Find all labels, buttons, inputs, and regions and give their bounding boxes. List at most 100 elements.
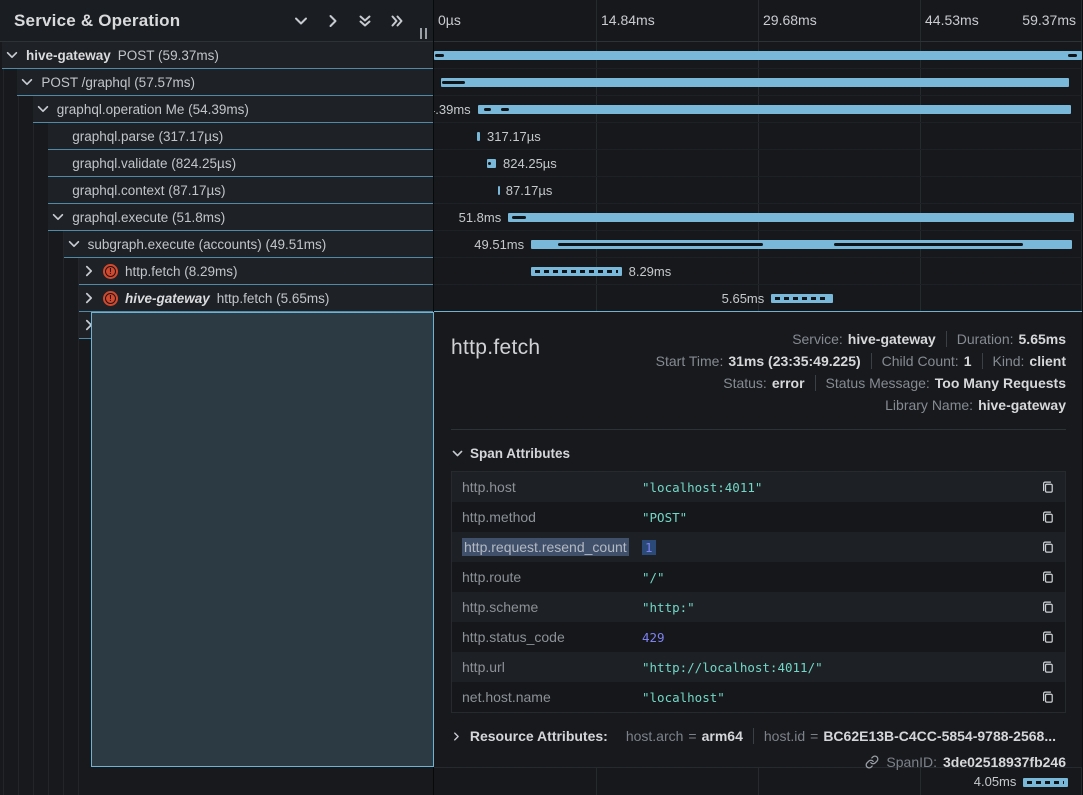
span-detail-meta: Service:hive-gatewayDuration:5.65msStart… xyxy=(540,326,1066,415)
timeline-row[interactable]: 5.65ms xyxy=(434,285,1082,312)
span-operation-name: POST /graphql (57.57ms) xyxy=(41,75,195,90)
resource-attributes-title: Resource Attributes: xyxy=(470,728,608,744)
chevron-down-icon[interactable] xyxy=(36,102,50,116)
attribute-key: http.route xyxy=(462,569,642,585)
chevron-down-icon xyxy=(451,447,464,460)
span-duration-label: 49.51ms xyxy=(474,231,524,258)
span-duration-bar[interactable] xyxy=(441,78,1069,87)
span-duration-bar[interactable] xyxy=(487,159,496,168)
chevron-down-icon[interactable] xyxy=(5,48,19,62)
copy-icon[interactable] xyxy=(1039,598,1057,616)
span-tree-row[interactable]: POST /graphql (57.57ms) xyxy=(0,69,433,96)
copy-icon[interactable] xyxy=(1039,508,1057,526)
chevron-down-icon[interactable] xyxy=(293,13,309,29)
span-duration-bar[interactable] xyxy=(478,105,1072,114)
attribute-key: http.method xyxy=(462,509,642,525)
link-icon[interactable] xyxy=(865,755,880,770)
time-tick-label: 44.53ms xyxy=(925,12,979,28)
attribute-key: http.host xyxy=(462,479,642,495)
span-detail-title: http.fetch xyxy=(451,326,540,415)
attribute-row: net.host.name"localhost" xyxy=(452,682,1065,712)
double-chevron-down-icon[interactable] xyxy=(357,13,373,29)
span-tree-row[interactable]: hive-gatewayPOST (59.37ms) xyxy=(0,42,433,69)
timeline-row[interactable]: 51.8ms xyxy=(434,204,1082,231)
span-meta-item: Start Time:31ms (23:35:49.225) xyxy=(646,353,871,369)
attribute-value: "http:" xyxy=(642,600,1039,615)
attribute-row: http.status_code429 xyxy=(452,622,1065,652)
copy-icon[interactable] xyxy=(1039,538,1057,556)
timeline-row[interactable]: 87.17µs xyxy=(434,177,1082,204)
span-id-label: SpanID: xyxy=(886,754,937,770)
timeline-row[interactable]: 49.51ms xyxy=(434,231,1082,258)
span-meta-item: Status:error xyxy=(713,375,814,391)
span-tree-row[interactable]: graphql.context (87.17µs) xyxy=(0,177,433,204)
span-duration-bar[interactable] xyxy=(498,186,500,195)
double-chevron-right-icon[interactable] xyxy=(389,13,405,29)
chevron-right-icon[interactable] xyxy=(325,13,341,29)
attribute-key: http.url xyxy=(462,659,642,675)
attribute-value: 1 xyxy=(642,540,1039,555)
span-tree-row[interactable]: graphql.validate (824.25µs) xyxy=(0,150,433,177)
attribute-value: "POST" xyxy=(642,510,1039,525)
divider xyxy=(451,429,1066,430)
attribute-row: http.url"http://localhost:4011/" xyxy=(452,652,1065,682)
span-duration-bar[interactable] xyxy=(477,132,480,141)
span-tree-row[interactable]: http.fetch (8.29ms) xyxy=(0,258,433,285)
span-tree-row[interactable]: graphql.parse (317.17µs) xyxy=(0,123,433,150)
span-tree-row[interactable]: hive-gatewayhttp.fetch (5.65ms) xyxy=(0,285,433,312)
span-detail-panel: http.fetch Service:hive-gatewayDuration:… xyxy=(434,312,1082,767)
span-operation-name: POST (59.37ms) xyxy=(118,48,219,63)
copy-icon[interactable] xyxy=(1039,628,1057,646)
copy-icon[interactable] xyxy=(1039,478,1057,496)
span-duration-bar[interactable] xyxy=(531,267,621,276)
span-duration-bar[interactable] xyxy=(434,51,1082,60)
span-tree-row[interactable]: graphql.operation Me (54.39ms) xyxy=(0,96,433,123)
copy-icon[interactable] xyxy=(1039,688,1057,706)
chevron-right-icon[interactable] xyxy=(82,264,96,278)
span-duration-label: 4.05ms xyxy=(974,768,1017,795)
span-meta-item: Child Count:1 xyxy=(871,353,982,369)
span-tree-row[interactable]: graphql.execute (51.8ms) xyxy=(0,204,433,231)
selected-span-expanded-area xyxy=(91,312,434,767)
chevron-down-icon[interactable] xyxy=(51,210,65,224)
timeline-row[interactable]: 317.17µs xyxy=(434,123,1082,150)
timeline-row[interactable]: 54.39ms xyxy=(434,96,1082,123)
copy-icon[interactable] xyxy=(1039,568,1057,586)
resource-attribute: host.arch=arm64 xyxy=(616,728,753,744)
attribute-value: "localhost" xyxy=(642,690,1039,705)
span-operation-name: graphql.context (87.17µs) xyxy=(72,183,225,198)
span-duration-label: 54.39ms xyxy=(434,96,471,123)
span-duration-bar[interactable] xyxy=(508,213,1073,222)
span-duration-bar[interactable] xyxy=(771,294,833,303)
tree-header-title: Service & Operation xyxy=(14,11,293,31)
error-icon xyxy=(103,264,118,279)
column-resize-handle[interactable] xyxy=(420,28,427,39)
span-operation-name: http.fetch (8.29ms) xyxy=(125,264,238,279)
chevron-down-icon[interactable] xyxy=(67,237,81,251)
timeline-row[interactable]: 57.57ms xyxy=(434,69,1082,96)
timeline-header: 0µs14.84ms29.68ms44.53ms59.37ms xyxy=(434,0,1082,42)
timeline-row[interactable]: 59.37ms xyxy=(434,42,1082,69)
error-icon xyxy=(103,291,118,306)
span-duration-label: 317.17µs xyxy=(487,123,541,150)
span-tree-panel: Service & Operation hive-gatewayPOST (59… xyxy=(0,0,434,795)
span-duration-bar[interactable] xyxy=(531,240,1071,249)
span-duration-label: 87.17µs xyxy=(506,177,553,204)
timeline-row[interactable]: 8.29ms xyxy=(434,258,1082,285)
attribute-value: 429 xyxy=(642,630,1039,645)
attribute-key: http.status_code xyxy=(462,629,642,645)
span-meta-item: Duration:5.65ms xyxy=(946,331,1066,347)
timeline-row-bottom[interactable]: 4.05ms xyxy=(434,767,1082,795)
time-tick-label: 29.68ms xyxy=(763,12,817,28)
copy-icon[interactable] xyxy=(1039,658,1057,676)
span-operation-name: graphql.operation Me (54.39ms) xyxy=(57,102,249,117)
span-id-value: 3de02518937fb246 xyxy=(943,754,1066,770)
timeline-row[interactable]: 824.25µs xyxy=(434,150,1082,177)
span-attributes-toggle[interactable]: Span Attributes xyxy=(451,446,1066,461)
span-duration-bar[interactable] xyxy=(1023,778,1067,787)
chevron-right-icon[interactable] xyxy=(82,291,96,305)
span-tree-row[interactable]: subgraph.execute (accounts) (49.51ms) xyxy=(0,231,433,258)
chevron-right-icon xyxy=(451,730,462,743)
chevron-down-icon[interactable] xyxy=(20,75,34,89)
resource-attributes-toggle[interactable]: Resource Attributes: host.arch=arm64host… xyxy=(451,728,1066,744)
